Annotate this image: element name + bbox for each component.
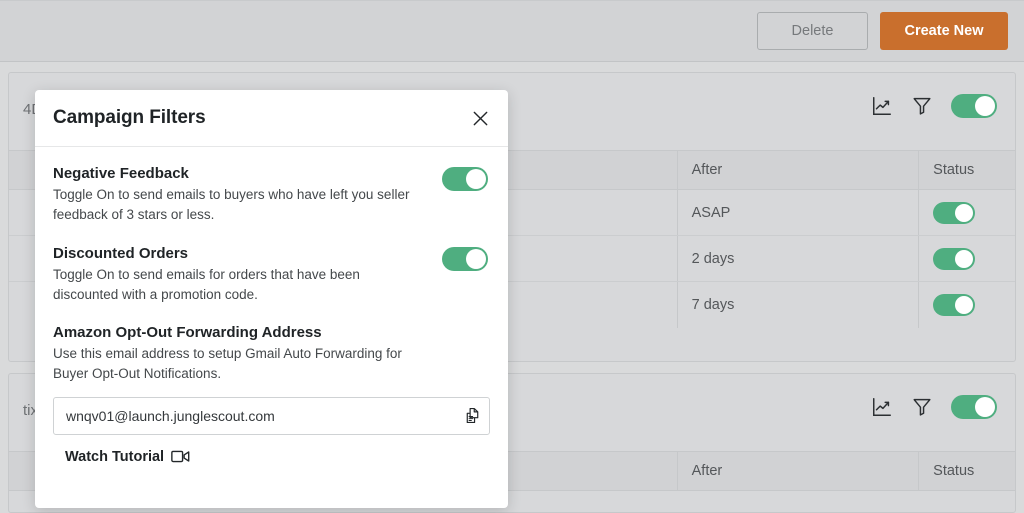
row-status-toggle[interactable]	[933, 202, 975, 224]
analytics-icon[interactable]	[871, 95, 893, 117]
campaign-status-toggle[interactable]	[951, 94, 997, 118]
cell-after: 2 days	[678, 236, 920, 281]
delete-button[interactable]: Delete	[757, 12, 868, 50]
row-status-toggle[interactable]	[933, 248, 975, 270]
page-toolbar: Delete Create New	[0, 0, 1024, 62]
campaign-filters-modal: Campaign Filters Negative Feedback Toggl…	[35, 90, 508, 508]
toggle-knob	[955, 296, 973, 314]
column-header-status: Status	[919, 151, 1015, 189]
toggle-knob	[955, 204, 973, 222]
filter-description: Toggle On to send emails to buyers who h…	[53, 185, 425, 226]
column-header-after: After	[678, 452, 920, 490]
app-root: Delete Create New 4DR,	[0, 0, 1024, 513]
discounted-orders-toggle[interactable]	[442, 247, 488, 271]
filter-negative-feedback: Negative Feedback Toggle On to send emai…	[53, 165, 490, 226]
video-camera-icon	[171, 449, 190, 464]
copy-email-button[interactable]	[455, 398, 489, 434]
create-new-button[interactable]: Create New	[880, 12, 1008, 50]
modal-header: Campaign Filters	[35, 90, 508, 147]
analytics-icon[interactable]	[871, 396, 893, 418]
filter-title: Negative Feedback	[53, 165, 490, 182]
campaign-status-toggle[interactable]	[951, 395, 997, 419]
toolbar-actions: Delete Create New	[757, 12, 1008, 50]
column-header-after: After	[678, 151, 920, 189]
copy-icon	[463, 406, 482, 425]
toggle-knob	[975, 96, 995, 116]
negative-feedback-toggle[interactable]	[442, 167, 488, 191]
opt-out-email-input[interactable]	[54, 408, 455, 424]
campaign-card-actions	[871, 94, 997, 118]
modal-body: Negative Feedback Toggle On to send emai…	[35, 147, 508, 466]
cell-status	[919, 190, 1015, 235]
filter-discounted-orders: Discounted Orders Toggle On to send emai…	[53, 245, 490, 306]
filter-icon[interactable]	[911, 95, 933, 117]
toggle-knob	[466, 169, 486, 189]
cell-after: ASAP	[678, 190, 920, 235]
toggle-knob	[466, 249, 486, 269]
toggle-knob	[975, 397, 995, 417]
opt-out-title: Amazon Opt-Out Forwarding Address	[53, 324, 490, 341]
opt-out-forwarding-section: Amazon Opt-Out Forwarding Address Use th…	[53, 324, 490, 435]
modal-title: Campaign Filters	[53, 107, 206, 129]
watch-tutorial-label: Watch Tutorial	[65, 449, 164, 465]
filter-title: Discounted Orders	[53, 245, 490, 262]
toggle-knob	[955, 250, 973, 268]
filter-icon[interactable]	[911, 396, 933, 418]
campaign-card-actions	[871, 395, 997, 419]
filter-description: Toggle On to send emails for orders that…	[53, 265, 425, 306]
close-modal-button[interactable]	[466, 104, 494, 132]
column-header-status: Status	[919, 452, 1015, 490]
cell-after: 7 days	[678, 282, 920, 328]
close-icon	[471, 109, 490, 128]
opt-out-description: Use this email address to setup Gmail Au…	[53, 344, 425, 385]
opt-out-email-row	[53, 397, 490, 435]
cell-status	[919, 236, 1015, 281]
row-status-toggle[interactable]	[933, 294, 975, 316]
cell-status	[919, 282, 1015, 328]
watch-tutorial-link[interactable]: Watch Tutorial	[65, 449, 190, 465]
